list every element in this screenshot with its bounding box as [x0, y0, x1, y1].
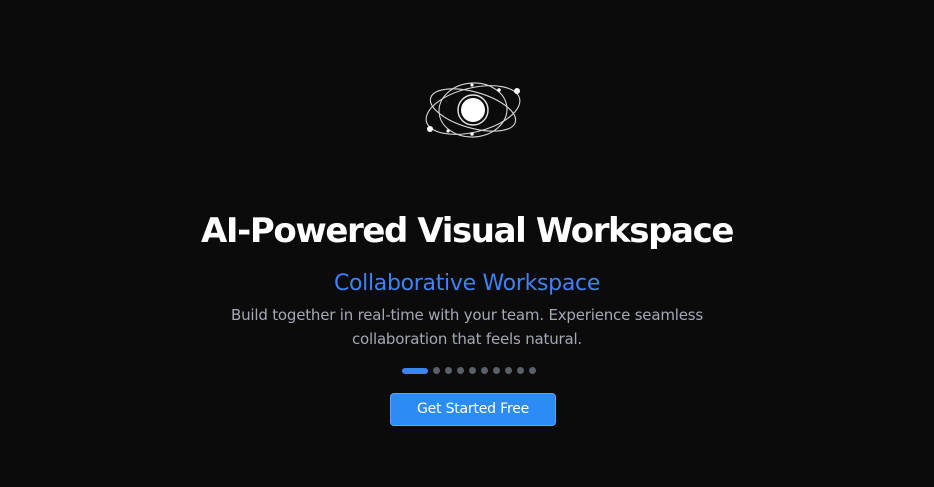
carousel-dot-active[interactable] [402, 367, 428, 374]
carousel-dot[interactable] [469, 367, 476, 374]
carousel-dot[interactable] [493, 367, 500, 374]
hero-description: Build together in real-time with your te… [231, 306, 703, 348]
carousel-dot[interactable] [529, 367, 536, 374]
carousel-dot[interactable] [505, 367, 512, 374]
landing-page: AI-Powered Visual Workspace Collaborativ… [0, 0, 934, 487]
orbit-atom-icon [425, 82, 521, 138]
carousel-dot[interactable] [517, 367, 524, 374]
carousel-dot[interactable] [457, 367, 464, 374]
hero-title: AI-Powered Visual Workspace [200, 211, 734, 251]
carousel-indicators [402, 367, 536, 374]
carousel-dot[interactable] [481, 367, 488, 374]
carousel-dot[interactable] [445, 367, 452, 374]
hero-subtitle: Collaborative Workspace [333, 271, 601, 296]
get-started-button[interactable]: Get Started Free [390, 393, 556, 426]
carousel-dot[interactable] [433, 367, 440, 374]
